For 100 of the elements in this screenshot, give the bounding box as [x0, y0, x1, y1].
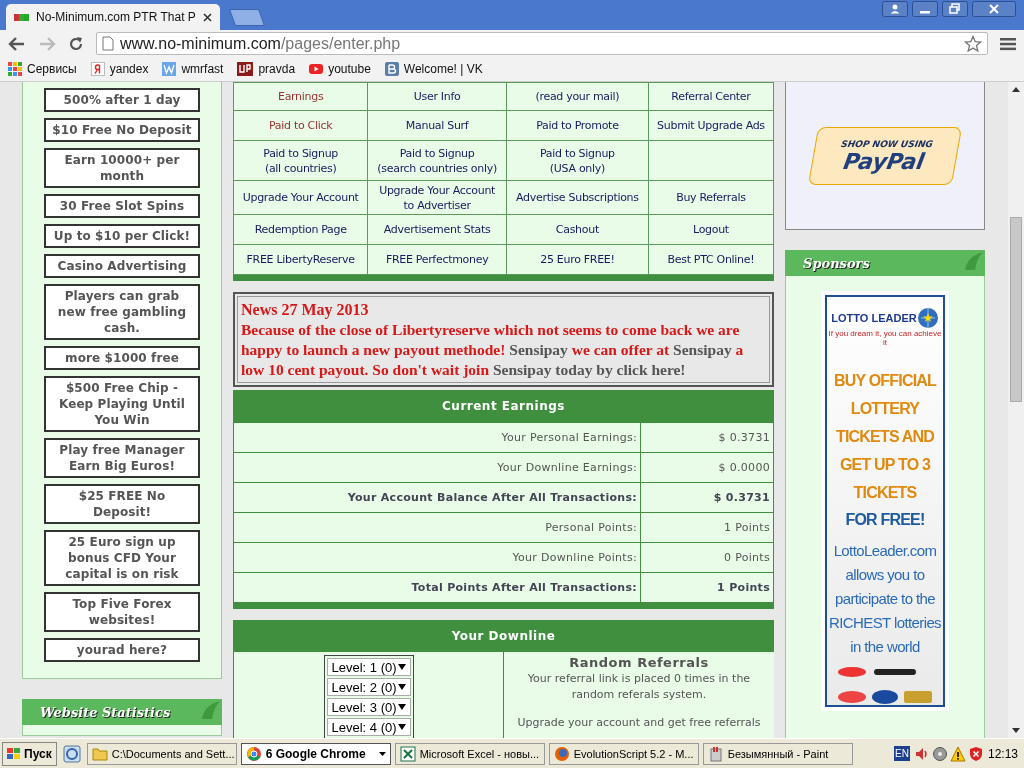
disk-icon[interactable]: [931, 745, 948, 762]
tab-title: No-Minimum.com PTR That P: [36, 10, 197, 24]
ad-text: LottoLeader.com allows you to participate to the RICHEST lotteries in the world: [827, 541, 943, 657]
browser-icon[interactable]: [62, 744, 81, 763]
windows-logo-icon: [7, 747, 21, 760]
news-link[interactable]: Sensipay: [509, 341, 568, 358]
table-cell: Total Points After All Transactions:: [233, 572, 641, 603]
dropdown-arrow-icon: [397, 724, 406, 730]
ad-headline: BUY OFFICIAL LOTTERY TICKETS AND GET UP TO 3 TICKETS: [832, 371, 938, 503]
table-cell: 1 Points: [640, 512, 774, 543]
ad-banner[interactable]: Up to $10 per Click!: [44, 224, 200, 248]
table-header: Your Downline: [233, 620, 774, 652]
favicon-icon: [14, 12, 30, 22]
ad-banner[interactable]: Play free Manager Earn Big Euros!: [44, 438, 200, 478]
leaf-icon: [963, 250, 985, 272]
table-cell: $ 0.0000: [640, 452, 774, 483]
menu-link[interactable]: Upgrade Your Account to Advertiser: [369, 182, 505, 213]
shield-icon[interactable]: [967, 745, 984, 762]
news-link[interactable]: Sensipay: [673, 341, 732, 358]
close-icon[interactable]: [203, 12, 212, 22]
table-cell: $ 0.3731: [640, 422, 774, 453]
table-cell: Your Downline Points:: [233, 542, 641, 573]
section-title: Website Statistics: [40, 704, 171, 720]
up-arrow-icon: [1012, 87, 1020, 92]
down-arrow-icon: [1012, 728, 1020, 733]
level-dropdown[interactable]: Level: 2 (0): [326, 678, 411, 696]
ad-banner[interactable]: $10 Free No Deposit: [44, 118, 200, 142]
taskbar-button[interactable]: EvolutionScript 5.2 - M...: [548, 742, 699, 765]
minimize-icon[interactable]: [912, 1, 938, 17]
level-dropdown[interactable]: Level: 3 (0): [326, 698, 411, 716]
dropdown-arrow-icon: [397, 704, 406, 710]
level-dropdown[interactable]: Level: 4 (0): [326, 718, 411, 736]
app-icon: [707, 745, 724, 762]
ad-banner[interactable]: Earn 10000+ per month: [44, 148, 200, 188]
table-cell: Your Account Balance After All Transactions:: [233, 482, 641, 513]
app-icon: [399, 745, 416, 762]
leaf-icon: [200, 699, 222, 721]
back-icon[interactable]: [8, 35, 26, 52]
url-text: www.no-minimum.com/pages/enter.php: [120, 34, 401, 53]
language-indicator[interactable]: EN: [894, 746, 910, 761]
bookmark-link[interactable]: Welcome! | VK: [384, 62, 483, 76]
star-icon[interactable]: [964, 34, 982, 53]
table-cell: $ 0.3731: [640, 482, 774, 513]
ad-banner[interactable]: more $1000 free: [44, 346, 200, 370]
bookmark-link[interactable]: youtube: [309, 62, 371, 76]
bookmark-link[interactable]: pravda: [237, 62, 296, 76]
caret-icon: [378, 751, 386, 756]
news-title: News 27 May 2013: [237, 296, 770, 320]
slogan-text: If you dream it, you can achieve it: [827, 329, 943, 347]
table-header: Current Earnings: [233, 390, 774, 422]
table-cell: 1 Points: [640, 572, 774, 603]
reload-icon[interactable]: [68, 35, 84, 52]
ad-banner[interactable]: Players can grab new free gambling cash.: [44, 284, 200, 340]
taskbar-button[interactable]: C:\Documents and Sett...: [86, 742, 237, 765]
start-button[interactable]: Пуск: [2, 741, 57, 766]
ad-banner[interactable]: $25 FREE No Deposit!: [44, 484, 200, 524]
upgrade-text: Upgrade your account and get free referrals: [516, 715, 762, 731]
taskbar-button[interactable]: 6 Google Chrome: [240, 742, 391, 765]
apps-grid-icon: [8, 62, 22, 76]
bookmark-link[interactable]: Сервисы: [8, 62, 77, 76]
app-icon: [553, 745, 570, 762]
table-cell: Your Personal Earnings:: [233, 422, 641, 453]
news-text: Because of the close of Libertyreserve which not seems to come back we are happy to launch a new payout methode! Sensipay we can offer at Sensipay a low 10 cent payout. So don't wait join Sensipay today by click here!: [237, 320, 770, 383]
table-cell: Personal Points:: [233, 512, 641, 543]
bookmark-link[interactable]: yandex: [90, 62, 149, 76]
ad-banner[interactable]: Casino Advertising: [44, 254, 200, 278]
app-icon: [245, 745, 262, 762]
dropdown-arrow-icon: [397, 664, 406, 670]
level-dropdown[interactable]: Level: 1 (0): [326, 658, 411, 676]
letter-icon: [90, 62, 105, 76]
address-bar[interactable]: www.no-minimum.com/pages/enter.php: [96, 32, 988, 55]
ad-banner[interactable]: 500% after 1 day: [44, 88, 200, 112]
ad-banner[interactable]: Top Five Forex websites!: [44, 592, 200, 632]
scroll-thumb[interactable]: [1010, 217, 1022, 402]
section-title: Random Referrals: [568, 655, 710, 671]
warning-icon[interactable]: [949, 745, 966, 762]
letter-icon: [237, 62, 254, 76]
table-cell: 0 Points: [640, 542, 774, 573]
ad-banner[interactable]: 25 Euro sign up bonus CFD Your capital is on risk: [44, 530, 200, 586]
ad-banner[interactable]: yourad here?: [44, 638, 200, 662]
news-link[interactable]: Sensipay today by click here!: [492, 361, 686, 378]
close-icon[interactable]: [972, 1, 1016, 17]
ad-banner[interactable]: $500 Free Chip - Keep Playing Until You Win: [44, 376, 200, 432]
user-icon[interactable]: [882, 1, 908, 17]
taskbar-button[interactable]: Безымянный - Paint: [702, 742, 853, 765]
menu-icon[interactable]: [1000, 36, 1016, 51]
section-title: Sponsors: [803, 255, 870, 271]
taskbar-button[interactable]: Microsoft Excel - новы...: [394, 742, 545, 765]
clock: 12:13: [987, 746, 1018, 761]
scrollbar[interactable]: [1008, 82, 1024, 738]
restore-icon[interactable]: [942, 1, 968, 17]
browser-tab[interactable]: No-Minimum.com PTR That P: [6, 4, 220, 30]
letter-icon: [384, 62, 399, 76]
page-icon: [102, 36, 114, 51]
letter-icon: [162, 62, 177, 76]
dropdown-arrow-icon: [397, 684, 406, 690]
ad-banner[interactable]: 30 Free Slot Spins: [44, 194, 200, 218]
bookmark-link[interactable]: wmrfast: [162, 62, 224, 76]
table-cell: Your Downline Earnings:: [233, 452, 641, 483]
logo-text: LOTTO LEADER: [831, 312, 917, 324]
